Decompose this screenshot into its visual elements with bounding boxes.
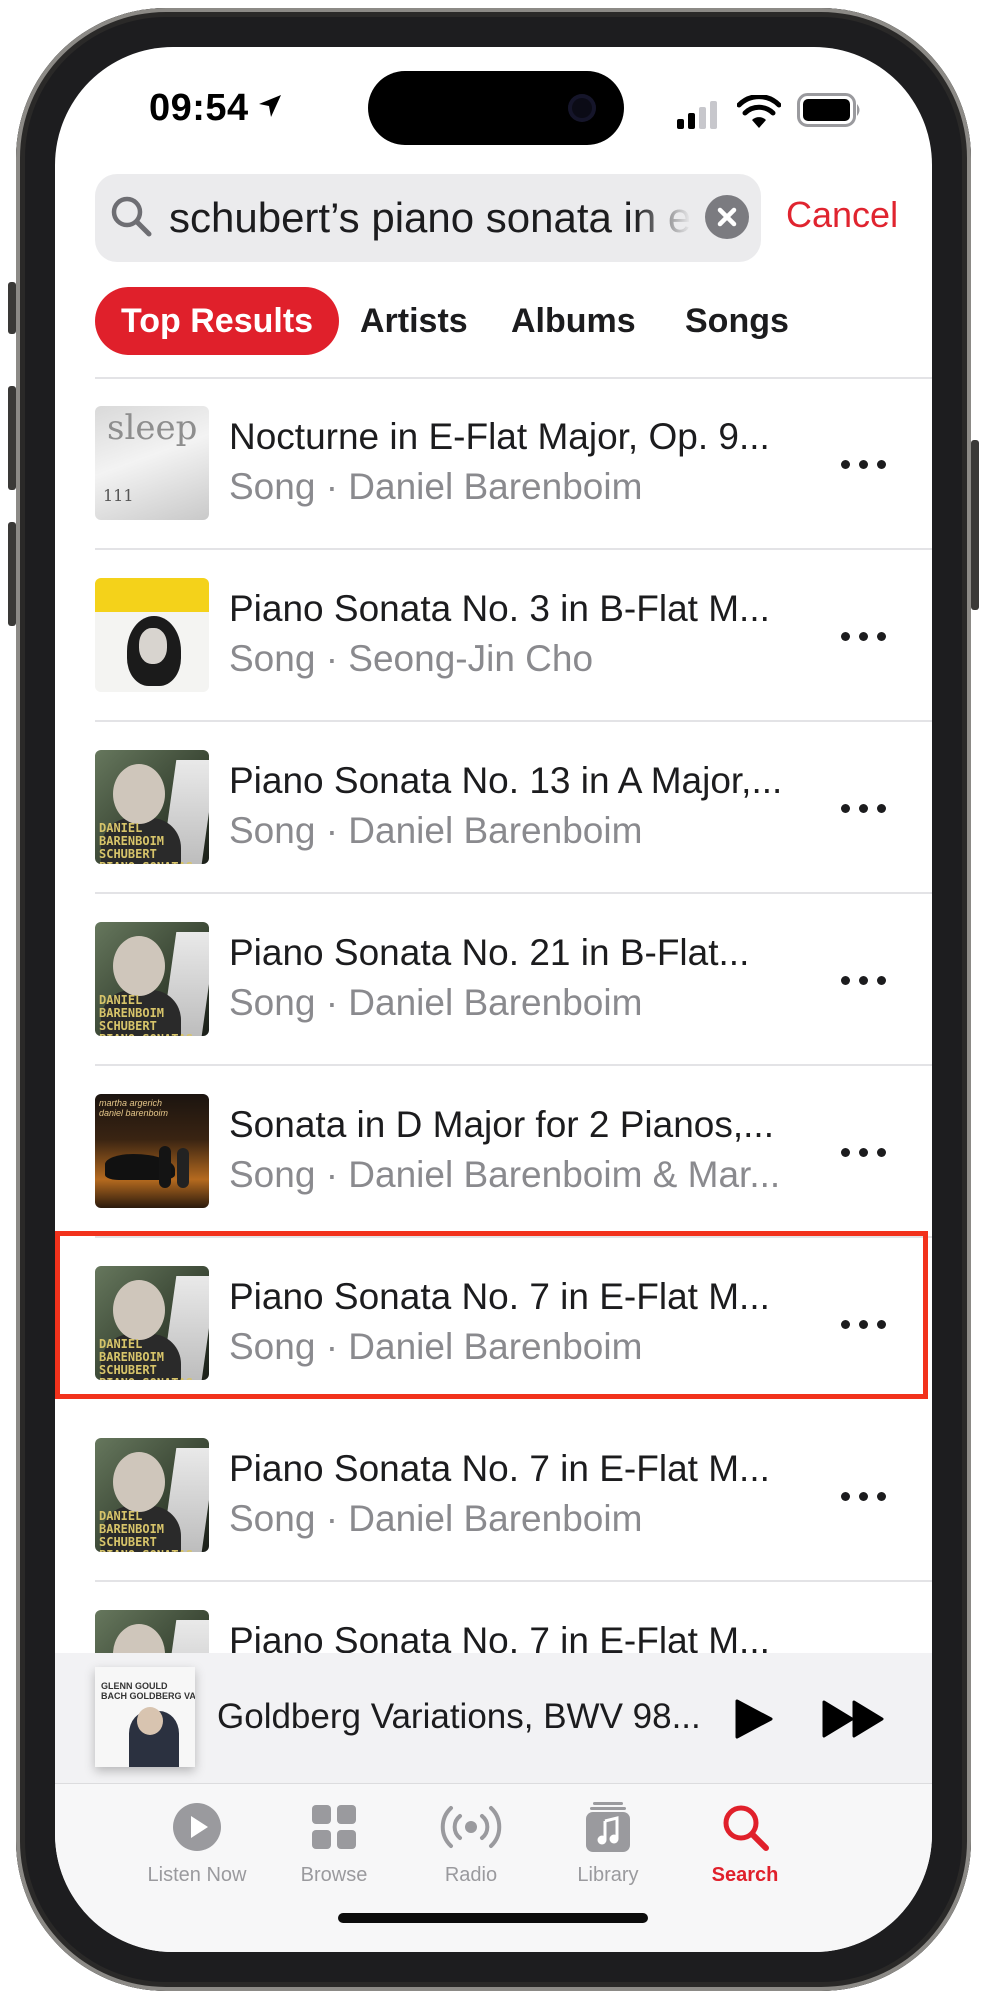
song-title: Piano Sonata No. 13 in A Major,... (229, 760, 783, 801)
cancel-button[interactable]: Cancel (786, 194, 898, 236)
more-options-button[interactable] (839, 620, 889, 650)
list-item[interactable]: DANIEL BARENBOIM SCHUBERT PIANO SONATAS … (95, 722, 932, 894)
song-title: Piano Sonata No. 21 in B-Flat... (229, 932, 750, 973)
list-item[interactable]: Piano Sonata No. 3 in B-Flat M... Song ·… (95, 550, 932, 722)
tab-label: Radio (444, 1864, 498, 1886)
more-options-button[interactable] (839, 1136, 889, 1166)
album-art-text: DANIEL BARENBOIM SCHUBERT PIANO SONATAS (99, 1509, 193, 1553)
battery-icon (797, 93, 860, 127)
radio-waves-icon (396, 1794, 546, 1860)
tab-albums[interactable]: Albums (511, 287, 636, 355)
tab-songs[interactable]: Songs (685, 287, 789, 355)
status-time: 09:54 (149, 87, 249, 129)
now-playing-title: Goldberg Variations, BWV 98... (217, 1697, 701, 1736)
music-note-stack-icon (533, 1794, 683, 1860)
song-subtitle: Song · Daniel Barenboim (229, 810, 643, 851)
now-playing-art-text: GLENN GOULD BACH GOLDBERG VARIATIONS (101, 1681, 195, 1701)
song-title: Sonata in D Major for 2 Pianos,... (229, 1104, 774, 1145)
song-subtitle: Song · Seong-Jin Cho (229, 638, 594, 679)
album-art-text: martha argerich daniel barenboim (99, 1098, 169, 1118)
tab-listen-now[interactable]: Listen Now (122, 1794, 272, 1887)
volume-up-button (8, 386, 16, 490)
album-art-text: DANIEL BARENBOIM SCHUBERT PIANO SONATAS (99, 993, 193, 1037)
search-icon (111, 196, 152, 237)
tab-library[interactable]: Library (533, 1794, 683, 1887)
song-subtitle: Song · Daniel Barenboim (229, 1498, 643, 1539)
now-playing-art: GLENN GOULD BACH GOLDBERG VARIATIONS (95, 1667, 195, 1767)
tab-browse[interactable]: Browse (259, 1794, 409, 1887)
album-art (95, 578, 209, 692)
tab-label: Listen Now (147, 1864, 247, 1886)
tab-label: Search (711, 1864, 779, 1886)
dynamic-island (368, 71, 624, 145)
tab-radio[interactable]: Radio (396, 1794, 546, 1887)
close-icon (717, 207, 737, 227)
more-options-button[interactable] (839, 1480, 889, 1510)
album-art-number: 111 (103, 486, 134, 505)
mute-switch (8, 282, 16, 334)
selection-highlight (55, 1231, 928, 1399)
tab-search[interactable]: Search (670, 1794, 820, 1887)
magnifier-icon (670, 1794, 820, 1860)
volume-down-button (8, 522, 16, 626)
search-fade (635, 174, 715, 262)
song-subtitle: Song · Daniel Barenboim (229, 466, 643, 507)
play-button[interactable] (731, 1697, 775, 1746)
song-title: Nocturne in E-Flat Major, Op. 9... (229, 416, 770, 457)
more-options-button[interactable] (839, 448, 889, 478)
album-art: DANIEL BARENBOIM SCHUBERT PIANO SONATAS (95, 922, 209, 1036)
clear-search-button[interactable] (705, 195, 749, 239)
song-title: Piano Sonata No. 7 in E-Flat M... (229, 1448, 770, 1489)
fast-forward-icon (822, 1700, 884, 1738)
mini-player[interactable]: GLENN GOULD BACH GOLDBERG VARIATIONS Gol… (55, 1653, 932, 1784)
camera-dot (568, 94, 596, 122)
search-field[interactable]: schubert’s piano sonata in e (95, 174, 761, 262)
tab-label: Library (577, 1864, 639, 1886)
fast-forward-button[interactable] (821, 1697, 887, 1746)
more-options-button[interactable] (839, 964, 889, 994)
list-item[interactable]: DANIEL BARENBOIM SCHUBERT PIANO SONATAS … (95, 1410, 932, 1582)
side-button (971, 440, 979, 610)
play-icon (735, 1699, 773, 1739)
cellular-signal-icon (677, 101, 717, 129)
location-arrow-icon (259, 95, 281, 117)
grid-icon (259, 1794, 409, 1860)
tab-label: Browse (300, 1864, 368, 1886)
tab-artists[interactable]: Artists (360, 287, 468, 355)
list-item[interactable]: DANIEL BARENBOIM SCHUBERT PIANO SONATAS … (95, 894, 932, 1066)
list-item[interactable]: sleep 111 Nocturne in E-Flat Major, Op. … (95, 378, 932, 550)
search-input[interactable]: schubert’s piano sonata in e (169, 190, 689, 246)
song-title: Piano Sonata No. 3 in B-Flat M... (229, 588, 770, 629)
wifi-icon (737, 95, 781, 128)
list-item[interactable]: martha argerich daniel barenboim Sonata … (95, 1066, 932, 1238)
tab-top-results[interactable]: Top Results (95, 287, 340, 355)
song-subtitle: Song · Daniel Barenboim & Mar... (229, 1154, 781, 1195)
album-art: DANIEL BARENBOIM SCHUBERT PIANO SONATAS (95, 1438, 209, 1552)
home-indicator[interactable] (338, 1913, 648, 1923)
play-circle-icon (122, 1794, 272, 1860)
album-art: sleep 111 (95, 406, 209, 520)
album-art-text: DANIEL BARENBOIM SCHUBERT PIANO SONATAS (99, 821, 193, 865)
album-art: DANIEL BARENBOIM SCHUBERT PIANO SONATAS (95, 750, 209, 864)
more-options-button[interactable] (839, 792, 889, 822)
album-art: martha argerich daniel barenboim (95, 1094, 209, 1208)
song-subtitle: Song · Daniel Barenboim (229, 982, 643, 1023)
screen: 09:54 schubert’s piano sonata in e Cance… (55, 47, 932, 1952)
album-art-label: sleep (107, 408, 198, 448)
